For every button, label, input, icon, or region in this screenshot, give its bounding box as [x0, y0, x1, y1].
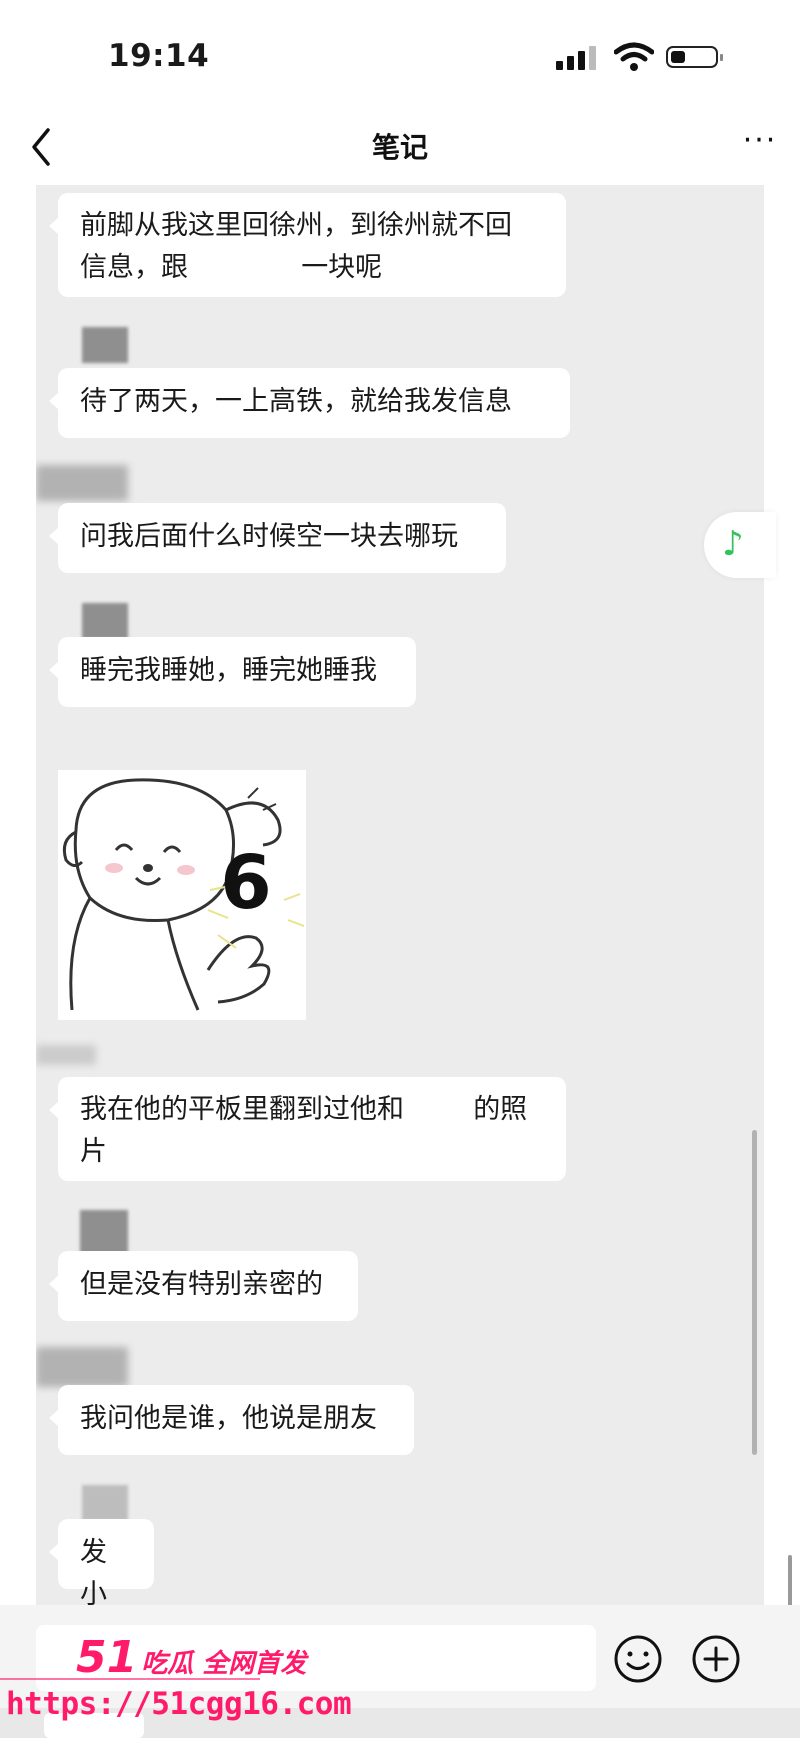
message-text: 我问他是谁，他说是朋友: [80, 1403, 377, 1434]
music-note-icon: ♪: [722, 524, 744, 564]
message-text-line: 信息，跟 一块呢: [80, 247, 544, 289]
message-bubble[interactable]: 发小: [49, 1519, 154, 1605]
wifi-icon: [614, 42, 654, 71]
status-time: 19:14: [108, 38, 210, 74]
avatar: [82, 327, 128, 363]
plus-icon[interactable]: [690, 1633, 742, 1685]
message-bubble[interactable]: 我问他是谁，他说是朋友: [49, 1385, 414, 1455]
message-text: 但是没有特别亲密的: [80, 1269, 323, 1300]
status-bar: 19:14: [0, 0, 800, 110]
message-text: 睡完我睡她，睡完她睡我: [80, 655, 377, 686]
more-options-icon[interactable]: ···: [736, 126, 784, 166]
watermark-number: 51: [76, 1632, 138, 1683]
message-text: 片: [80, 1136, 107, 1167]
message-text: 问我后面什么时候空一块去哪玩: [80, 521, 458, 552]
message-bubble[interactable]: 问我后面什么时候空一块去哪玩: [49, 503, 506, 573]
avatar: [36, 1045, 96, 1065]
avatar: [82, 603, 128, 639]
avatar: [80, 1210, 128, 1254]
avatar: [36, 465, 128, 501]
message-text-part: 我在他的平板里翻到过他和: [80, 1094, 404, 1125]
signal-icon: [556, 46, 600, 70]
watermark-url: https://51cgg16.com: [6, 1686, 352, 1722]
message-text-part: 一块呢: [301, 252, 383, 283]
message-text: 发小: [80, 1537, 107, 1605]
message-bubble[interactable]: 前脚从我这里回徐州，到徐州就不回 信息，跟 一块呢: [49, 193, 566, 297]
message-text: 待了两天，一上高铁，就给我发信息: [80, 386, 512, 417]
avatar: [82, 1485, 128, 1521]
dog-sticker-image[interactable]: 6: [58, 770, 306, 1020]
dog-sticker-drawing: 6: [62, 778, 305, 1011]
scrollbar-thumb[interactable]: [752, 1130, 757, 1455]
battery-icon: [666, 46, 723, 68]
watermark-divider: [0, 1678, 260, 1680]
page-title: 笔记: [371, 131, 428, 164]
nav-bar: 笔记 ···: [0, 110, 800, 190]
message-text-part: 信息，跟: [80, 252, 188, 283]
watermark-brand: 51 吃瓜 全网首发: [76, 1632, 306, 1683]
watermark-slogan: 吃瓜 全网首发: [141, 1649, 307, 1679]
status-icons: [556, 42, 726, 72]
avatar: [36, 1347, 128, 1387]
message-text-line: 我在他的平板里翻到过他和 的照: [80, 1089, 544, 1131]
message-text-part: 的照: [473, 1094, 528, 1125]
message-bubble[interactable]: 但是没有特别亲密的: [49, 1251, 358, 1321]
emoji-icon[interactable]: [612, 1633, 664, 1685]
message-bubble[interactable]: 我在他的平板里翻到过他和 的照 片: [49, 1077, 566, 1181]
music-floating-button[interactable]: ♪: [704, 512, 776, 578]
sticker-six-label: 6: [220, 840, 272, 926]
chat-area[interactable]: 前脚从我这里回徐州，到徐州就不回 信息，跟 一块呢 待了两天，一上高铁，就给我发…: [36, 185, 764, 1605]
message-text: 前脚从我这里回徐州，到徐州就不回: [80, 210, 512, 241]
message-bubble[interactable]: 待了两天，一上高铁，就给我发信息: [49, 368, 570, 438]
site-watermark: 51 吃瓜 全网首发 https://51cgg16.com: [0, 1630, 352, 1738]
message-bubble[interactable]: 睡完我睡她，睡完她睡我: [49, 637, 416, 707]
